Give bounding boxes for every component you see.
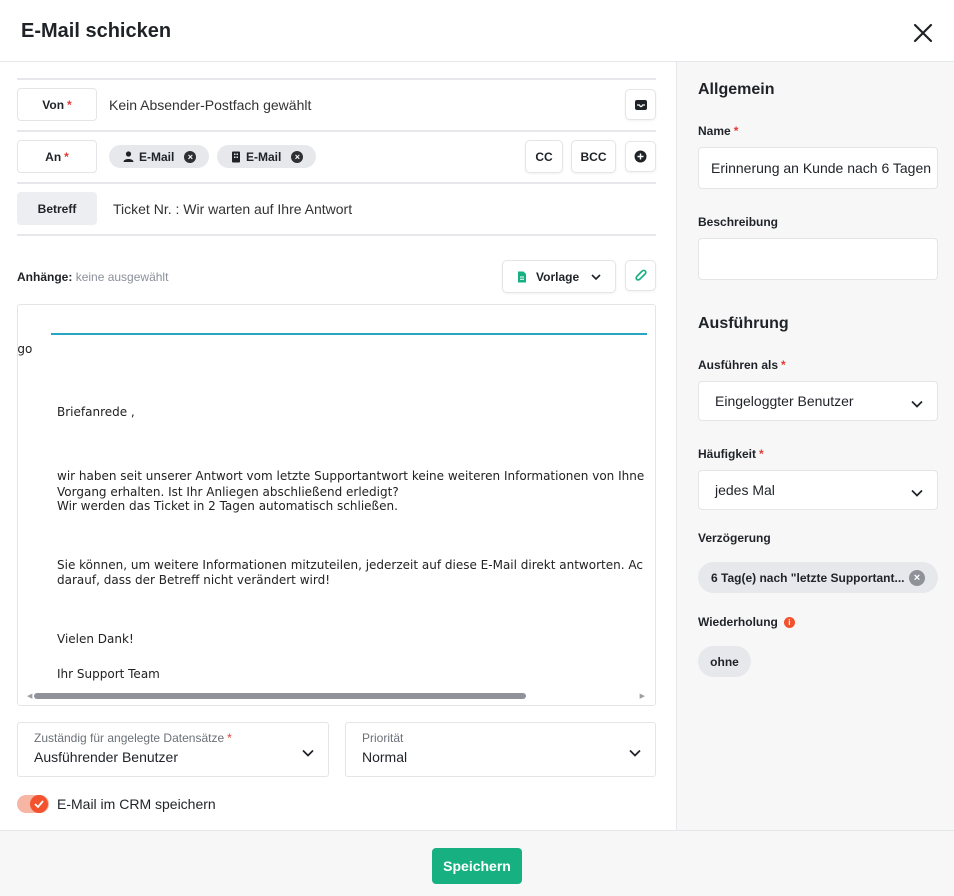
- description-input[interactable]: [698, 238, 938, 280]
- recipient-chip[interactable]: E-Mail ×: [217, 145, 316, 168]
- settings-sidebar: Allgemein Name * Erinnerung an Kunde nach…: [676, 62, 954, 830]
- body-line: Sie können, um weitere Informationen mit…: [57, 558, 643, 572]
- close-icon[interactable]: [910, 20, 936, 46]
- template-dropdown[interactable]: Vorlage: [502, 260, 616, 293]
- body-line: Wir werden das Ticket in 2 Tagen automat…: [57, 499, 398, 513]
- body-line: Vorgang erhalten. Ist Ihr Anliegen absch…: [57, 485, 399, 499]
- document-icon: [517, 271, 527, 283]
- info-icon[interactable]: i: [783, 617, 795, 629]
- delay-chip[interactable]: 6 Tag(e) nach "letzte Supportant... ×: [698, 562, 938, 593]
- chevron-down-icon: [911, 395, 923, 413]
- dialog-header: E-Mail schicken: [0, 0, 954, 62]
- building-icon: [231, 151, 241, 163]
- plus-circle-icon: [634, 150, 647, 163]
- attachments-info: Anhänge: keine ausgewählt: [17, 270, 169, 284]
- required-marker: *: [759, 447, 764, 461]
- to-label: An *: [17, 140, 97, 173]
- frequency-select[interactable]: jedes Mal: [698, 470, 938, 510]
- recipient-chip[interactable]: E-Mail ×: [109, 145, 209, 168]
- add-recipient-button[interactable]: [625, 141, 656, 172]
- remove-recipient-icon[interactable]: ×: [291, 150, 304, 163]
- subject-input[interactable]: Ticket Nr. : Wir warten auf Ihre Antwort: [113, 201, 352, 217]
- logo-divider: [51, 333, 647, 335]
- remove-recipient-icon[interactable]: ×: [184, 150, 197, 163]
- email-body-editor[interactable]: Logo Briefanrede , wir haben seit unsere…: [17, 304, 656, 706]
- body-line: Briefanrede ,: [57, 405, 135, 419]
- divider: [17, 182, 656, 184]
- execute-as-select[interactable]: Eingeloggter Benutzer: [698, 381, 938, 421]
- required-marker: *: [733, 124, 739, 138]
- repeat-chip[interactable]: ohne: [698, 646, 751, 677]
- divider: [17, 78, 656, 80]
- required-marker: *: [64, 149, 69, 164]
- chevron-down-icon: [591, 273, 601, 280]
- scroll-left-icon[interactable]: ◀: [27, 692, 32, 700]
- divider: [17, 234, 656, 236]
- cc-button[interactable]: CC: [525, 140, 563, 173]
- dialog-footer: Speichern: [0, 830, 954, 896]
- paperclip-icon: [634, 269, 647, 281]
- subject-label: Betreff: [17, 192, 97, 225]
- required-marker: *: [67, 97, 72, 112]
- delay-label: Verzögerung: [698, 531, 771, 545]
- required-marker: *: [781, 358, 786, 372]
- execute-as-label: Ausführen als *: [698, 358, 786, 372]
- body-line: Vielen Dank!: [57, 632, 134, 646]
- attach-file-button[interactable]: [625, 260, 656, 291]
- remove-delay-icon[interactable]: ×: [909, 570, 925, 586]
- name-input[interactable]: Erinnerung an Kunde nach 6 Tagen: [698, 147, 938, 189]
- general-heading: Allgemein: [698, 81, 775, 98]
- chevron-down-icon: [302, 744, 314, 762]
- person-icon: [123, 151, 134, 162]
- required-marker: *: [227, 731, 232, 745]
- frequency-label: Häufigkeit *: [698, 447, 764, 461]
- logo-placeholder: Logo: [17, 342, 33, 356]
- dialog-title: E-Mail schicken: [21, 20, 172, 42]
- bcc-button[interactable]: BCC: [571, 140, 616, 173]
- chevron-down-icon: [911, 484, 923, 502]
- priority-select[interactable]: Priorität Normal: [345, 722, 656, 777]
- body-line: wir haben seit unserer Antwort vom letzt…: [57, 469, 645, 483]
- scrollbar-thumb[interactable]: [34, 693, 526, 699]
- save-in-crm-toggle[interactable]: [17, 795, 49, 813]
- scroll-right-icon[interactable]: ▶: [640, 692, 645, 700]
- repeat-label: Wiederholung i: [698, 615, 795, 629]
- from-value[interactable]: Kein Absender-Postfach gewählt: [109, 97, 311, 113]
- body-line: darauf, dass der Betreff nicht verändert…: [57, 573, 330, 587]
- horizontal-scrollbar[interactable]: ◀ ▶: [18, 687, 655, 705]
- save-in-crm-label: E-Mail im CRM speichern: [57, 796, 216, 812]
- inbox-icon: [634, 99, 647, 110]
- chevron-down-icon: [629, 744, 641, 762]
- save-button[interactable]: Speichern: [432, 848, 522, 884]
- mailbox-button[interactable]: [625, 89, 656, 120]
- description-label: Beschreibung: [698, 215, 779, 229]
- name-label: Name *: [698, 124, 739, 138]
- from-label: Von *: [17, 88, 97, 121]
- divider: [17, 130, 656, 132]
- check-icon: [30, 795, 48, 813]
- execution-heading: Ausführung: [698, 315, 789, 332]
- body-line: Ihr Support Team: [57, 667, 160, 681]
- responsible-select[interactable]: Zuständig für angelegte Datensätze * Ausf…: [17, 722, 329, 777]
